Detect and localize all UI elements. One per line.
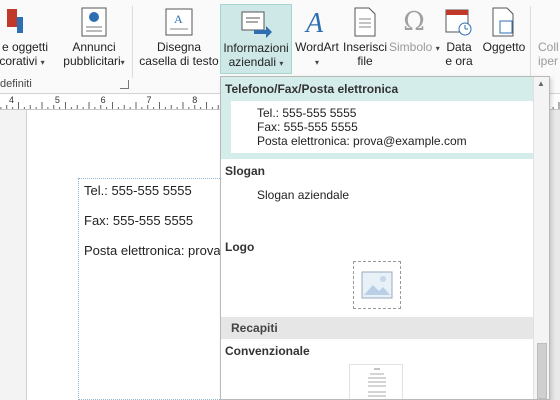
calendar-icon bbox=[441, 4, 477, 40]
symbol-button[interactable]: Ω Simbolo ▾ bbox=[389, 4, 440, 56]
preview-line: Slogan aziendale bbox=[257, 188, 350, 202]
hyperlink-label-1: Coll bbox=[538, 40, 559, 54]
thumbnail-lines-icon bbox=[368, 368, 386, 397]
business-info-label-1: Informazioni bbox=[223, 41, 289, 55]
object-button[interactable]: Oggetto bbox=[480, 4, 528, 54]
gallery-item-heading: Logo bbox=[225, 240, 255, 254]
image-placeholder-icon bbox=[353, 261, 401, 309]
insert-file-label-1: Inserisci bbox=[342, 40, 387, 54]
dialog-launcher-icon[interactable] bbox=[120, 80, 129, 89]
gallery-section-header: Recapiti bbox=[221, 317, 535, 339]
object-label: Oggetto bbox=[482, 40, 526, 54]
file-icon bbox=[342, 4, 388, 40]
business-info-label-2: aziendali bbox=[228, 55, 276, 69]
preview-line: Fax: 555-555 5555 bbox=[257, 120, 358, 134]
wordart-button[interactable]: A WordArt ▾ bbox=[292, 4, 342, 70]
gallery-item-slogan[interactable]: Slogan Slogan aziendale bbox=[221, 159, 535, 229]
wordart-icon: A bbox=[292, 4, 342, 40]
textbox-icon: A bbox=[138, 4, 220, 40]
separator bbox=[530, 6, 531, 78]
decorative-label-1: i e oggetti bbox=[0, 40, 49, 54]
hyperlink-button[interactable]: Coll iper bbox=[538, 4, 560, 68]
ruler-number: 5 bbox=[54, 95, 60, 105]
ads-icon bbox=[57, 4, 131, 40]
decorative-objects-button[interactable]: i e oggetti corativi ▾ bbox=[0, 4, 54, 70]
chevron-down-icon: ▾ bbox=[314, 58, 319, 67]
scroll-up-icon[interactable]: ▲ bbox=[537, 79, 545, 88]
decorative-label-2: corativi bbox=[0, 54, 38, 68]
svg-text:A: A bbox=[174, 12, 183, 26]
draw-textbox-label-1: Disegna bbox=[156, 40, 202, 54]
chevron-down-icon: ▾ bbox=[120, 58, 125, 67]
chevron-down-icon: ▾ bbox=[279, 59, 284, 68]
ruler-number: 4 bbox=[9, 95, 15, 105]
scrollbar[interactable]: ▲ bbox=[533, 77, 549, 399]
date-time-label-1: Data bbox=[446, 40, 472, 54]
draw-textbox-label-2: casella di testo bbox=[139, 54, 219, 68]
separator bbox=[132, 6, 133, 78]
symbol-label: Simbolo bbox=[389, 40, 433, 54]
wordart-label: WordArt bbox=[295, 40, 339, 54]
business-info-button[interactable]: Informazioni aziendali ▾ bbox=[220, 4, 292, 74]
ads-label-2: pubblicitari bbox=[63, 54, 121, 68]
template-thumbnail bbox=[349, 364, 403, 399]
svg-text:A: A bbox=[304, 8, 324, 38]
business-info-icon bbox=[221, 5, 291, 41]
ads-button[interactable]: Annunci pubblicitari▾ bbox=[57, 4, 131, 70]
gallery-item-preview: Tel.: 555-555 5555 Fax: 555-555 5555 Pos… bbox=[231, 101, 535, 153]
hyperlink-label-2: iper bbox=[538, 54, 559, 68]
gallery-item-heading: Telefono/Fax/Posta elettronica bbox=[225, 82, 399, 96]
gallery-item-heading: Convenzionale bbox=[225, 344, 310, 358]
gallery-item-preview: Slogan aziendale bbox=[231, 183, 535, 207]
ruler-number: 6 bbox=[100, 95, 106, 105]
draw-textbox-button[interactable]: A Disegna casella di testo bbox=[138, 4, 220, 68]
date-time-button[interactable]: Data e ora bbox=[441, 4, 477, 68]
shapes-icon bbox=[0, 4, 54, 40]
ruler-number: 8 bbox=[192, 95, 198, 105]
business-info-gallery[interactable]: Telefono/Fax/Posta elettronica Tel.: 555… bbox=[220, 76, 550, 400]
ruler-number: 7 bbox=[146, 95, 152, 105]
chevron-down-icon: ▾ bbox=[435, 44, 440, 53]
insert-file-button[interactable]: Inserisci file bbox=[342, 4, 388, 68]
preview-line: Posta elettronica: prova@example.com bbox=[257, 134, 467, 148]
gallery-item-heading: Slogan bbox=[225, 164, 266, 178]
object-icon bbox=[480, 4, 528, 40]
ads-label-1: Annunci bbox=[72, 40, 116, 54]
insert-file-label-2: file bbox=[357, 54, 373, 68]
group-label: definiti bbox=[0, 78, 32, 90]
preview-line: Tel.: 555-555 5555 bbox=[257, 106, 357, 120]
gallery-item-phone-fax-email[interactable]: Telefono/Fax/Posta elettronica Tel.: 555… bbox=[221, 77, 535, 159]
page-margin bbox=[0, 110, 26, 400]
omega-icon: Ω bbox=[403, 7, 425, 37]
scroll-thumb[interactable] bbox=[537, 343, 547, 399]
chevron-down-icon: ▾ bbox=[40, 58, 45, 67]
date-time-label-2: e ora bbox=[445, 54, 473, 68]
